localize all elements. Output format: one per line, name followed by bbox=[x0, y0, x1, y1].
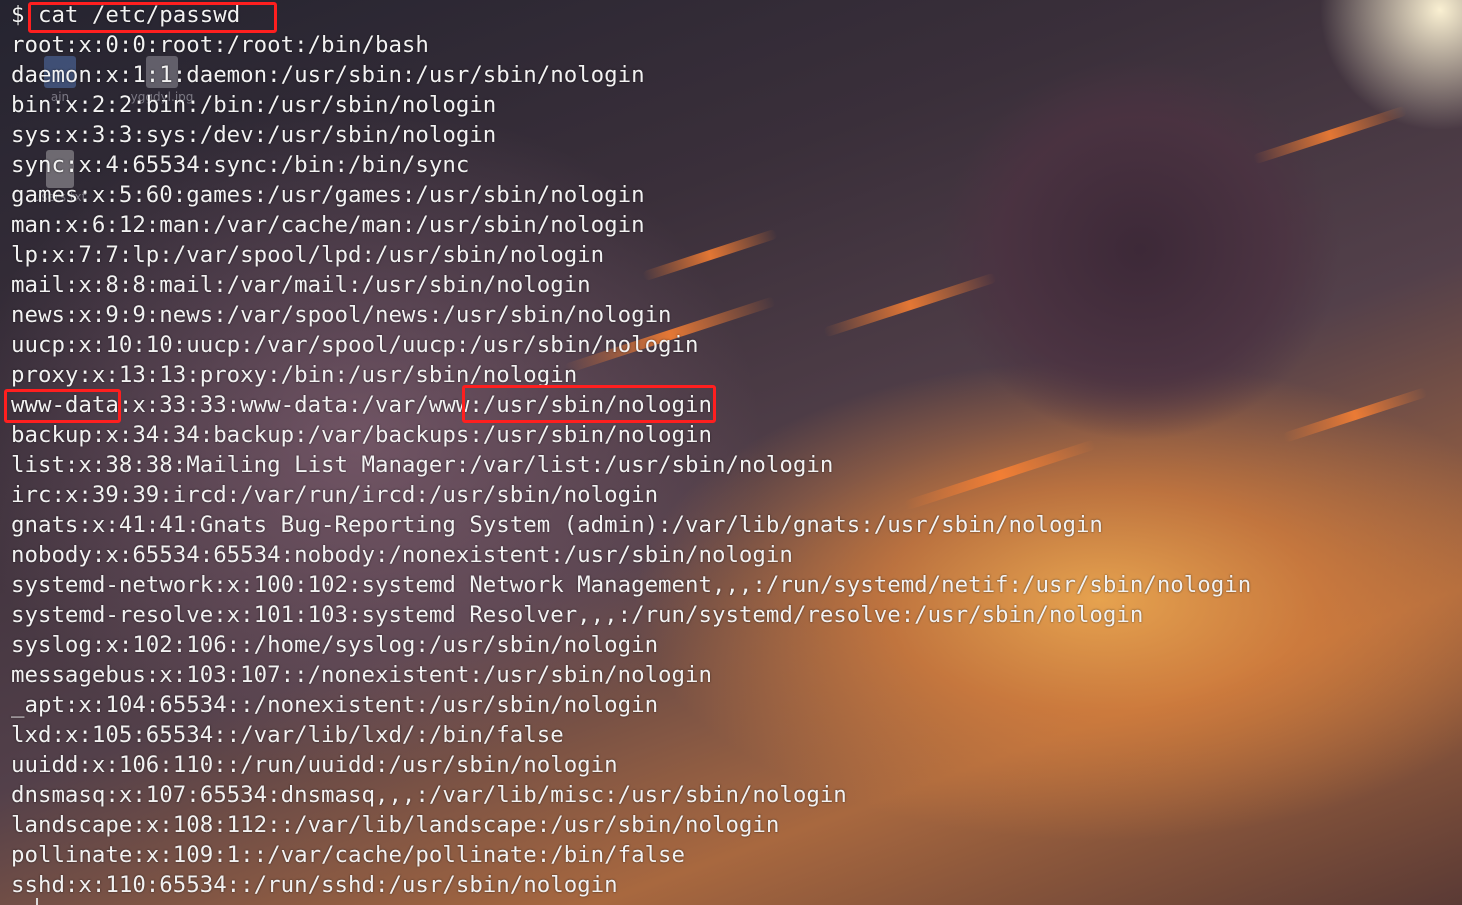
passwd-entry-line: syslog:x:102:106::/home/syslog:/usr/sbin… bbox=[11, 632, 659, 658]
passwd-entry-line: backup:x:34:34:backup:/var/backups:/usr/… bbox=[11, 422, 712, 448]
passwd-entry-line: _apt:x:104:65534::/nonexistent:/usr/sbin… bbox=[11, 692, 659, 718]
passwd-entry-line: bin:x:2:2:bin:/bin:/usr/sbin/nologin bbox=[11, 92, 497, 118]
passwd-entry-line: landscape:x:108:112::/var/lib/landscape:… bbox=[11, 812, 780, 838]
www-data-user-highlight-box bbox=[4, 389, 121, 423]
passwd-entry-line: sys:x:3:3:sys:/dev:/usr/sbin/nologin bbox=[11, 122, 497, 148]
passwd-entry-line: root:x:0:0:root:/root:/bin/bash bbox=[11, 32, 429, 58]
passwd-entry-line: uuidd:x:106:110::/run/uuidd:/usr/sbin/no… bbox=[11, 752, 618, 778]
passwd-entry-line: sshd:x:110:65534::/run/sshd:/usr/sbin/no… bbox=[11, 872, 618, 898]
passwd-entry-line: pollinate:x:109:1::/var/cache/pollinate:… bbox=[11, 842, 686, 868]
passwd-entry-line: games:x:5:60:games:/usr/games:/usr/sbin/… bbox=[11, 182, 645, 208]
desktop-screen: ain yggdyl.jpg users.txt $ cat /etc/pass… bbox=[0, 0, 1462, 905]
passwd-entry-line: lp:x:7:7:lp:/var/spool/lpd:/usr/sbin/nol… bbox=[11, 242, 605, 268]
passwd-entry-line: dnsmasq:x:107:65534:dnsmasq,,,:/var/lib/… bbox=[11, 782, 847, 808]
passwd-entry-line: nobody:x:65534:65534:nobody:/nonexistent… bbox=[11, 542, 793, 568]
passwd-entry-line: systemd-resolve:x:101:103:systemd Resolv… bbox=[11, 602, 1144, 628]
nologin-shell-highlight-box bbox=[462, 385, 716, 423]
passwd-entry-line: list:x:38:38:Mailing List Manager:/var/l… bbox=[11, 452, 834, 478]
passwd-entry-line: man:x:6:12:man:/var/cache/man:/usr/sbin/… bbox=[11, 212, 645, 238]
command-highlight-box bbox=[28, 2, 277, 33]
terminal-window[interactable]: $ cat /etc/passwd root:x:0:0:root:/root:… bbox=[0, 0, 1462, 905]
passwd-entry-line: messagebus:x:103:107::/nonexistent:/usr/… bbox=[11, 662, 712, 688]
passwd-entry-line: sync:x:4:65534:sync:/bin:/bin/sync bbox=[11, 152, 470, 178]
passwd-entry-line: mail:x:8:8:mail:/var/mail:/usr/sbin/nolo… bbox=[11, 272, 591, 298]
passwd-entry-line: news:x:9:9:news:/var/spool/news:/usr/sbi… bbox=[11, 302, 672, 328]
passwd-entry-line: gnats:x:41:41:Gnats Bug-Reporting System… bbox=[11, 512, 1103, 538]
passwd-entry-line: daemon:x:1:1:daemon:/usr/sbin:/usr/sbin/… bbox=[11, 62, 645, 88]
passwd-entry-line: systemd-network:x:100:102:systemd Networ… bbox=[11, 572, 1252, 598]
passwd-entry-line: lxd:x:105:65534::/var/lib/lxd/:/bin/fals… bbox=[11, 722, 564, 748]
passwd-entry-line: uucp:x:10:10:uucp:/var/spool/uucp:/usr/s… bbox=[11, 332, 699, 358]
passwd-entry-line: irc:x:39:39:ircd:/var/run/ircd:/usr/sbin… bbox=[11, 482, 659, 508]
text-cursor bbox=[36, 898, 38, 905]
